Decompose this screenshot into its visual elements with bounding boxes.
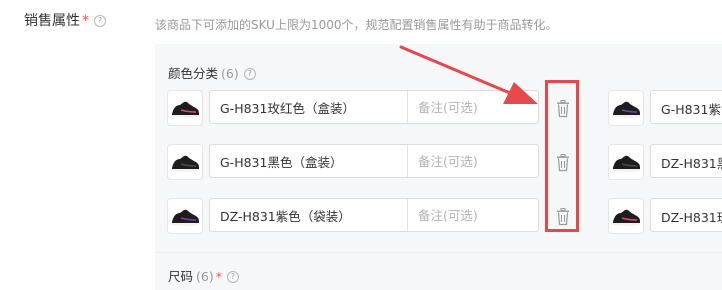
color-note-input[interactable] xyxy=(409,199,539,231)
shoe-image xyxy=(172,209,199,226)
shoe-image xyxy=(613,155,640,172)
size-group-title: 尺码 (6) *? xyxy=(168,266,239,285)
question-circle-icon[interactable]: ? xyxy=(94,15,106,27)
color-group-label: 颜色分类 xyxy=(168,66,219,81)
color-option-field xyxy=(209,90,539,124)
shoe-image xyxy=(172,101,199,118)
question-circle-icon[interactable]: ? xyxy=(243,68,256,80)
color-note-input[interactable] xyxy=(409,145,539,177)
color-option-field[interactable]: G-H831紫色 xyxy=(650,90,722,124)
color-name-text: DZ-H831黑 xyxy=(661,156,722,171)
sales-attributes-label: 销售属性 *? xyxy=(24,10,106,30)
sku-thumbnail[interactable] xyxy=(608,90,644,126)
color-option-field[interactable]: DZ-H831黑 xyxy=(650,144,722,178)
color-option-field[interactable]: DZ-H831玫 xyxy=(650,198,722,232)
shoe-image xyxy=(172,155,199,172)
color-group-title: 颜色分类 (6)? xyxy=(168,63,256,82)
sku-thumbnail[interactable] xyxy=(167,198,203,234)
group-divider xyxy=(155,252,722,253)
sales-attributes-text: 销售属性 xyxy=(24,13,80,29)
sku-thumbnail[interactable] xyxy=(608,144,644,180)
size-group-count: (6) xyxy=(196,269,214,284)
sku-thumbnail[interactable] xyxy=(608,198,644,234)
color-name-input[interactable] xyxy=(210,145,408,177)
required-mark: * xyxy=(215,269,222,284)
sku-limit-hint: 该商品下可添加的SKU上限为1000个，规范配置销售属性有助于商品转化。 xyxy=(155,18,558,32)
color-name-text: DZ-H831玫 xyxy=(661,210,722,225)
size-group-label: 尺码 xyxy=(168,269,194,284)
shoe-image xyxy=(613,209,640,226)
shoe-image xyxy=(613,101,640,118)
color-option-field xyxy=(209,198,539,232)
color-group-count: (6) xyxy=(221,66,239,81)
color-name-text: G-H831紫色 xyxy=(661,102,722,117)
highlight-box xyxy=(545,80,579,232)
color-name-input[interactable] xyxy=(210,199,408,231)
color-name-input[interactable] xyxy=(210,91,408,123)
color-note-input[interactable] xyxy=(409,91,539,123)
color-option-field xyxy=(209,144,539,178)
question-circle-icon[interactable]: ? xyxy=(226,271,239,283)
sku-thumbnail[interactable] xyxy=(167,144,203,180)
sku-thumbnail[interactable] xyxy=(167,90,203,126)
required-mark: * xyxy=(82,13,89,29)
